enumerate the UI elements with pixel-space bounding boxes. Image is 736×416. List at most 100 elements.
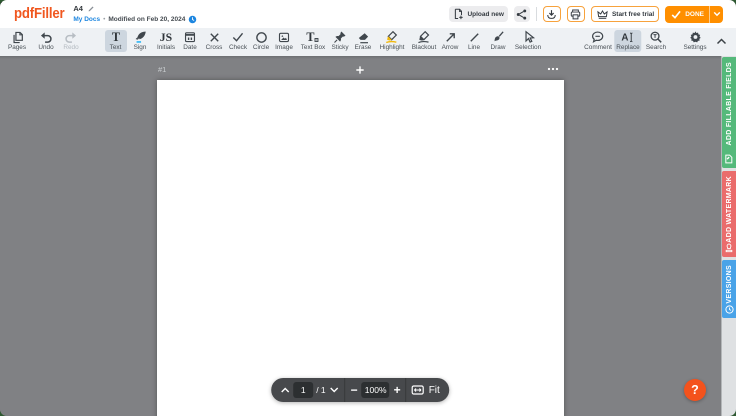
share-icon xyxy=(515,8,528,21)
add-fillable-fields-tab[interactable]: ADD FILLABLE FIELDS xyxy=(722,57,736,168)
document-meta-row: My Docs • Modified on Feb 20, 2024 xyxy=(73,15,197,24)
next-page-button[interactable] xyxy=(330,387,340,393)
document-page[interactable] xyxy=(157,80,564,416)
tool-undo[interactable]: Undo xyxy=(35,30,57,53)
document-canvas: #1 xyxy=(0,56,721,416)
zoom-level[interactable]: 100% xyxy=(362,382,390,398)
add-watermark-label: ADD WATERMARK xyxy=(726,176,733,243)
done-button-group: DONE xyxy=(665,6,723,23)
search-icon xyxy=(649,31,663,44)
upload-new-label: Upload new xyxy=(467,11,503,18)
add-fillable-fields-label: ADD FILLABLE FIELDS xyxy=(726,62,733,145)
tool-label: Highlight xyxy=(380,44,405,51)
tool-label: Circle xyxy=(253,44,269,51)
tool-circle[interactable]: Circle xyxy=(250,30,272,53)
text-icon: T xyxy=(109,31,123,44)
check-icon xyxy=(670,9,682,20)
tool-label: Undo xyxy=(38,44,53,51)
zoom-out-button[interactable]: − xyxy=(351,384,358,396)
tool-image[interactable]: Image xyxy=(273,30,295,53)
share-button[interactable] xyxy=(514,6,530,22)
history-clock-icon[interactable] xyxy=(188,15,197,24)
erase-icon xyxy=(356,31,370,44)
separator-dot: • xyxy=(103,15,105,24)
svg-text:T: T xyxy=(307,30,315,44)
versions-label: VERSIONS xyxy=(726,265,733,304)
tool-redo[interactable]: Redo xyxy=(60,30,82,53)
tool-erase[interactable]: Erase xyxy=(352,30,374,53)
page-input[interactable]: 1 xyxy=(293,382,313,398)
tool-selection[interactable]: Selection xyxy=(513,30,543,53)
tool-blackout[interactable]: Blackout xyxy=(410,30,439,53)
sticky-icon xyxy=(333,31,347,44)
tool-sticky[interactable]: Sticky xyxy=(329,30,351,53)
download-button[interactable] xyxy=(543,6,561,22)
print-button[interactable] xyxy=(567,6,585,22)
pages-icon xyxy=(10,31,25,44)
modified-label: Modified on Feb 20, 2024 xyxy=(108,15,185,24)
tool-sign[interactable]: Sign xyxy=(129,30,151,53)
tool-replace[interactable]: AReplace xyxy=(614,30,641,53)
tool-arrow[interactable]: Arrow xyxy=(439,30,461,53)
add-page-button[interactable] xyxy=(356,65,365,74)
fit-label: Fit xyxy=(429,385,440,396)
arrow-icon xyxy=(444,31,457,44)
header-actions: Upload new Start free trial DONE xyxy=(449,6,723,23)
add-watermark-tab[interactable]: ADD WATERMARK xyxy=(722,171,736,257)
tool-label: Blackout xyxy=(412,44,437,51)
tool-cross[interactable]: Cross xyxy=(203,30,225,53)
tool-text[interactable]: TText xyxy=(105,30,127,53)
tool-settings[interactable]: Settings xyxy=(681,30,708,53)
download-icon xyxy=(545,8,558,21)
previous-page-button[interactable] xyxy=(280,387,290,393)
zoom-in-button[interactable]: + xyxy=(394,384,401,396)
chevron-up-icon xyxy=(716,38,727,45)
done-button[interactable]: DONE xyxy=(665,6,709,23)
tool-highlight[interactable]: Highlight xyxy=(378,30,407,53)
ellipsis-icon xyxy=(547,67,559,71)
my-docs-link[interactable]: My Docs xyxy=(73,15,100,24)
tool-draw[interactable]: Draw xyxy=(487,30,509,53)
tool-initials[interactable]: JSInitials xyxy=(155,30,177,53)
tool-text-box[interactable]: TText Box xyxy=(299,30,328,53)
draw-icon xyxy=(491,31,505,44)
upload-new-button[interactable]: Upload new xyxy=(449,6,507,22)
tool-label: Pages xyxy=(8,44,26,51)
check-icon xyxy=(231,31,245,44)
date-icon xyxy=(183,31,197,44)
pdffiller-logo[interactable]: pdfFiller xyxy=(14,0,64,28)
pdffiller-window: pdfFiller A4 My Docs • Modified on Feb 2… xyxy=(0,0,736,416)
pager-divider-2 xyxy=(406,378,407,402)
plus-icon xyxy=(356,65,365,74)
help-button[interactable]: ? xyxy=(684,379,706,401)
tool-label: Settings xyxy=(683,44,706,51)
done-label: DONE xyxy=(685,11,704,18)
versions-tab[interactable]: VERSIONS xyxy=(722,260,736,318)
tool-label: Initials xyxy=(157,44,175,51)
done-dropdown-button[interactable] xyxy=(709,6,723,23)
settings-icon xyxy=(688,31,702,44)
tool-pages[interactable]: Pages xyxy=(6,30,28,53)
undo-icon xyxy=(38,31,54,44)
replace-icon: A xyxy=(620,31,635,44)
start-free-trial-button[interactable]: Start free trial xyxy=(591,6,659,22)
page-menu-button[interactable] xyxy=(547,67,559,71)
sign-icon xyxy=(133,31,148,44)
tool-check[interactable]: Check xyxy=(227,30,249,53)
tool-label: Text Box xyxy=(301,44,326,51)
toolbar: PagesUndoRedo TTextSignJSInitialsDateCro… xyxy=(0,28,736,56)
tool-comment[interactable]: Comment xyxy=(582,30,614,53)
image-icon xyxy=(277,31,291,44)
tool-label: Check xyxy=(229,44,247,51)
tool-label: Date xyxy=(183,44,197,51)
collapse-toolbar-button[interactable] xyxy=(711,30,731,53)
tool-label: Search xyxy=(646,44,666,51)
edit-pencil-icon[interactable] xyxy=(87,5,95,13)
tool-date[interactable]: Date xyxy=(179,30,201,53)
tool-line[interactable]: Line xyxy=(463,30,485,53)
fit-icon xyxy=(412,385,425,395)
tool-label: Arrow xyxy=(442,44,459,51)
fit-button[interactable]: Fit xyxy=(412,385,440,396)
tool-search[interactable]: Search xyxy=(644,30,668,53)
svg-text:JS: JS xyxy=(160,31,172,44)
